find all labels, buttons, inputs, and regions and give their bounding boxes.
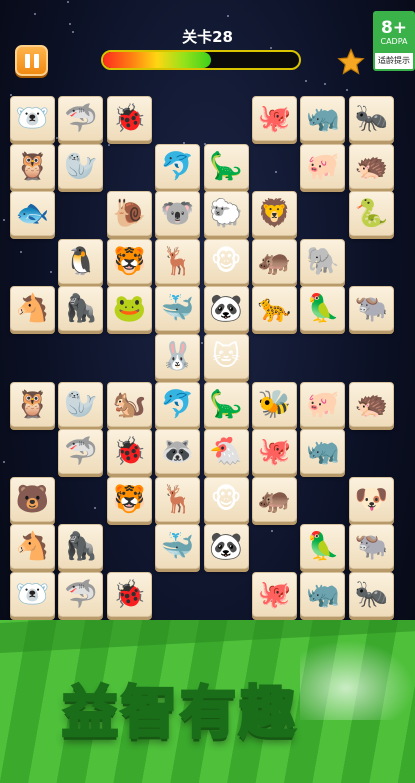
tile-tiger[interactable]: 🐯	[106, 476, 152, 522]
tile-snake[interactable]: 🐍	[348, 191, 394, 237]
tile-sheep[interactable]: 🐑	[203, 191, 249, 237]
tile-bear[interactable]: 🐻	[10, 476, 55, 522]
tile-dolphin[interactable]: 🐬	[155, 143, 201, 189]
tile-octopus[interactable]: 🐙	[252, 429, 297, 475]
tile-ladybug[interactable]: 🐞	[106, 96, 152, 141]
tile-rhino[interactable]: 🦏	[300, 572, 346, 617]
tile-owl[interactable]: 🦉	[10, 143, 55, 189]
tile-yak[interactable]: 🐃	[348, 524, 394, 570]
tile-pig[interactable]: 🐖	[300, 143, 346, 189]
tile-ladybug[interactable]: 🐞	[106, 429, 152, 475]
tile-dolphin[interactable]: 🐬	[155, 381, 201, 427]
tile-squirrel[interactable]: 🐿️	[106, 381, 152, 427]
tile-parrot[interactable]: 🦜	[300, 286, 346, 332]
tile-rhino[interactable]: 🦏	[300, 429, 346, 475]
tile-shark[interactable]: 🦈	[58, 96, 104, 141]
tile-bee[interactable]: 🐝	[252, 381, 297, 427]
tile-dog[interactable]: 🐶	[348, 476, 394, 522]
tile-hippo[interactable]: 🦛	[252, 476, 297, 522]
tile-chicken[interactable]: 🐔	[203, 429, 249, 475]
tile-yak[interactable]: 🐃	[348, 286, 394, 332]
tile-fish[interactable]: 🐟	[10, 191, 55, 237]
tile-horse[interactable]: 🐴	[10, 524, 55, 570]
tile-seal[interactable]: 🦭	[58, 381, 104, 427]
tile-octopus[interactable]: 🐙	[252, 572, 297, 617]
tile-leopard[interactable]: 🐆	[252, 286, 297, 332]
banner-slogan: 益智有趣	[61, 680, 298, 748]
tile-horse[interactable]: 🐴	[10, 286, 55, 332]
tile-shark[interactable]: 🦈	[58, 572, 104, 617]
tile-octopus[interactable]: 🐙	[252, 96, 297, 141]
tile-cat[interactable]: 🐱	[203, 334, 249, 379]
tile-koala[interactable]: 🐨	[155, 191, 201, 237]
tile-snail[interactable]: 🐌	[106, 191, 152, 237]
tile-whale[interactable]: 🐳	[155, 286, 201, 332]
tile-hippo[interactable]: 🦛	[252, 238, 297, 284]
tile-pig[interactable]: 🐖	[300, 381, 346, 427]
tile-polar-bear[interactable]: 🐻‍❄️	[10, 572, 55, 617]
tile-hedgehog[interactable]: 🦔	[348, 143, 394, 189]
tile-monkey[interactable]: 🐵	[203, 476, 249, 522]
tile-gorilla[interactable]: 🦍	[58, 286, 104, 332]
tile-monkey[interactable]: 🐵	[203, 238, 249, 284]
tile-deer[interactable]: 🦌	[155, 238, 201, 284]
tile-panda[interactable]: 🐼	[203, 286, 249, 332]
tile-panda[interactable]: 🐼	[203, 524, 249, 570]
tile-tiger[interactable]: 🐯	[106, 238, 152, 284]
tile-elephant[interactable]: 🐘	[300, 238, 346, 284]
tile-hedgehog[interactable]: 🦔	[348, 381, 394, 427]
tile-rhino[interactable]: 🦏	[300, 96, 346, 141]
tile-seal[interactable]: 🦭	[58, 143, 104, 189]
tile-ant[interactable]: 🐜	[348, 96, 394, 141]
tile-whale[interactable]: 🐳	[155, 524, 201, 570]
tile-ant[interactable]: 🐜	[348, 572, 394, 617]
tile-penguin[interactable]: 🐧	[58, 238, 104, 284]
tile-deer[interactable]: 🦌	[155, 476, 201, 522]
tile-parrot[interactable]: 🦜	[300, 524, 346, 570]
tile-dinosaur[interactable]: 🦕	[203, 143, 249, 189]
watermark	[300, 640, 415, 720]
tile-gorilla[interactable]: 🦍	[58, 524, 104, 570]
tile-lion[interactable]: 🦁	[252, 191, 297, 237]
tile-ladybug[interactable]: 🐞	[106, 572, 152, 617]
tile-rabbit[interactable]: 🐰	[155, 334, 201, 379]
tile-polar-bear[interactable]: 🐻‍❄️	[10, 96, 55, 141]
tile-raccoon[interactable]: 🦝	[155, 429, 201, 475]
tile-dinosaur[interactable]: 🦕	[203, 381, 249, 427]
tile-frog[interactable]: 🐸	[106, 286, 152, 332]
tile-owl[interactable]: 🦉	[10, 381, 55, 427]
tile-shark[interactable]: 🦈	[58, 429, 104, 475]
